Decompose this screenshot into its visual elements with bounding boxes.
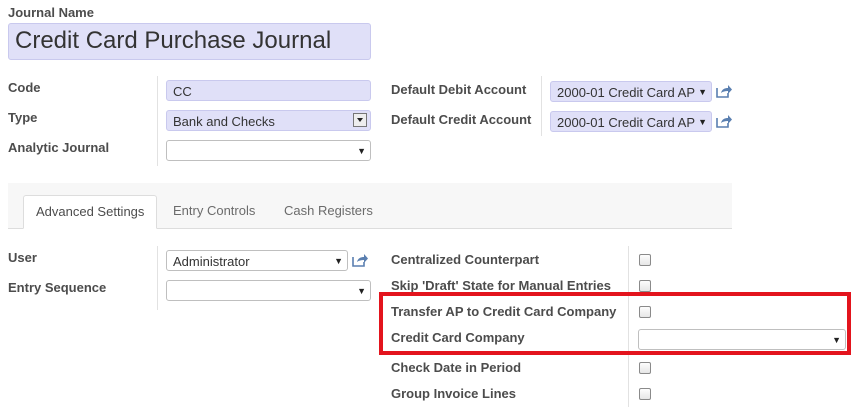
centralized-counterpart-checkbox[interactable] [639, 254, 651, 266]
journal-name-label: Journal Name [8, 5, 94, 20]
user-select-value: Administrator [173, 254, 250, 269]
chevron-down-icon: ▼ [357, 145, 366, 156]
tab-cash-registers[interactable]: Cash Registers [272, 195, 385, 228]
check-date-checkbox[interactable] [639, 362, 651, 374]
check-date-label: Check Date in Period [391, 360, 522, 375]
default-debit-account-value: 2000-01 Credit Card AP [557, 85, 696, 100]
user-select[interactable]: Administrator ▼ [166, 250, 348, 271]
skip-draft-label: Skip 'Draft' State for Manual Entries [391, 278, 612, 293]
group-invoice-lines-label: Group Invoice Lines [391, 386, 516, 401]
analytic-journal-select[interactable]: ▼ [166, 140, 371, 161]
highlight-box [379, 292, 851, 355]
external-link-icon[interactable] [716, 114, 732, 128]
entry-sequence-label: Entry Sequence [8, 280, 107, 295]
column-divider [157, 246, 158, 310]
journal-name-input[interactable]: Credit Card Purchase Journal [8, 23, 371, 60]
code-input[interactable]: CC [166, 80, 371, 101]
notebook-tab-bar: Advanced Settings Entry Controls Cash Re… [8, 183, 732, 229]
default-credit-account-label: Default Credit Account [391, 112, 532, 127]
user-label: User [8, 250, 37, 265]
code-label: Code [8, 80, 41, 95]
tab-entry-controls[interactable]: Entry Controls [161, 195, 267, 228]
skip-draft-checkbox[interactable] [639, 280, 651, 292]
chevron-down-icon: ▼ [357, 285, 366, 296]
default-debit-account-select[interactable]: 2000-01 Credit Card AP ▼ [550, 81, 712, 102]
external-link-icon[interactable] [352, 253, 368, 267]
analytic-journal-label: Analytic Journal [8, 140, 110, 155]
chevron-down-icon: ▼ [334, 255, 343, 266]
type-label: Type [8, 110, 38, 125]
chevron-down-icon: ▼ [698, 116, 707, 127]
chevron-down-icon [353, 113, 367, 127]
entry-sequence-select[interactable]: ▼ [166, 280, 371, 301]
group-invoice-lines-checkbox[interactable] [639, 388, 651, 400]
type-select[interactable]: Bank and Checks [166, 110, 371, 131]
default-debit-account-label: Default Debit Account [391, 82, 527, 97]
external-link-icon[interactable] [716, 84, 732, 98]
chevron-down-icon: ▼ [698, 86, 707, 97]
column-divider [541, 76, 542, 136]
default-credit-account-select[interactable]: 2000-01 Credit Card AP ▼ [550, 111, 712, 132]
centralized-counterpart-label: Centralized Counterpart [391, 252, 540, 267]
type-select-value: Bank and Checks [173, 114, 275, 129]
tab-advanced-settings[interactable]: Advanced Settings [23, 195, 158, 229]
column-divider [157, 76, 158, 166]
default-credit-account-value: 2000-01 Credit Card AP [557, 115, 696, 130]
